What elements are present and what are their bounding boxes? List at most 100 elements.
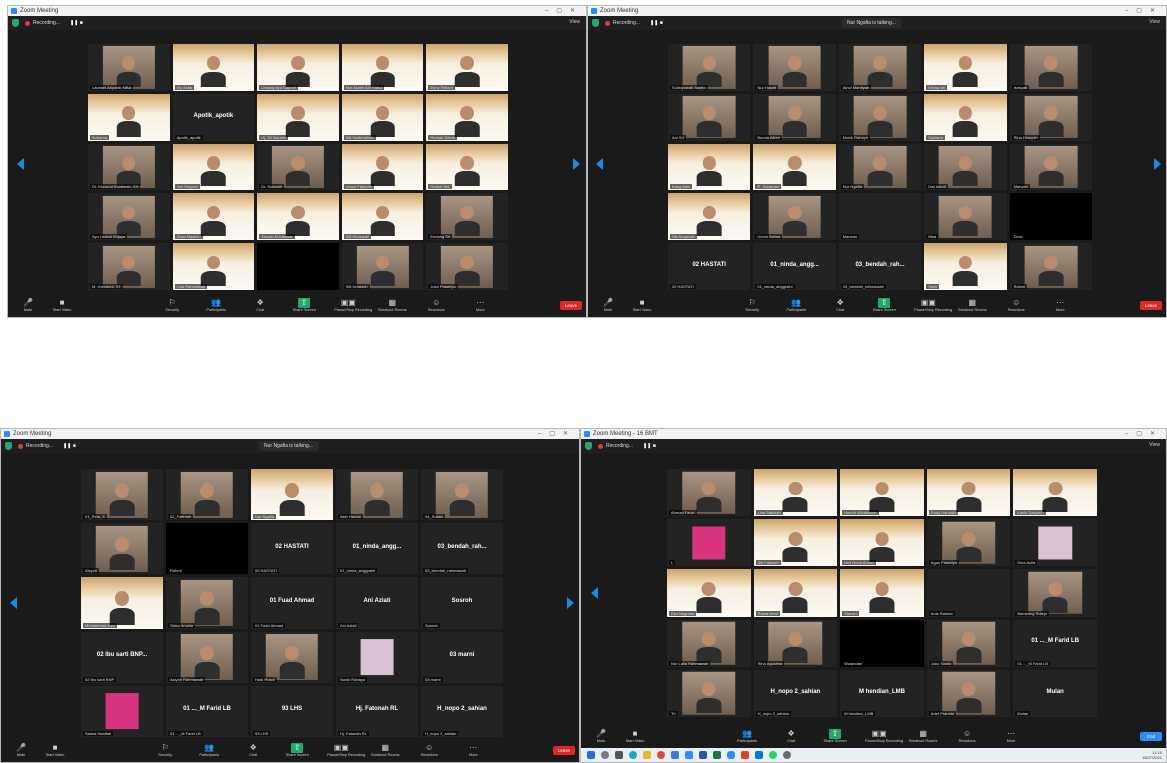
participant-tile[interactable]: Nur Ngafia bbox=[251, 469, 333, 521]
participant-tile[interactable]: Lina Sakinah bbox=[753, 469, 838, 517]
photos-icon[interactable] bbox=[755, 751, 763, 759]
participant-tile[interactable]: 02 HASTATI 02 HASTATI bbox=[251, 523, 333, 575]
participant-tile[interactable]: Nur Laila Rahmawati bbox=[667, 619, 751, 667]
participant-tile[interactable]: Eko Nugroho bbox=[667, 569, 751, 617]
participant-tile[interactable]: Marwah bbox=[1009, 143, 1092, 191]
chat-button[interactable]: ❖ Chat bbox=[826, 298, 854, 313]
whatsapp-icon[interactable] bbox=[769, 751, 777, 759]
share-screen-button[interactable]: ⇧ Share Screen bbox=[290, 298, 318, 313]
participants-button[interactable]: 👥 Participants bbox=[733, 729, 761, 744]
participant-tile[interactable]: 01 ..._M Farid LB 01 ..._M Farid LB bbox=[1013, 619, 1097, 667]
shield-icon[interactable] bbox=[592, 19, 599, 27]
participant-tile[interactable]: Siti Muthmainah bbox=[341, 93, 424, 141]
participant-tile[interactable]: 02 Ibu sarti BNP... 02 Ibu sarti BNP bbox=[81, 631, 163, 683]
participants-button[interactable]: 👥 Participants bbox=[202, 298, 230, 313]
shield-icon[interactable] bbox=[5, 442, 12, 450]
mute-button[interactable]: 🎤 Mute bbox=[594, 298, 622, 313]
system-tray[interactable]: 11:10 15/07/2021 bbox=[1142, 750, 1162, 760]
participant-tile[interactable]: Dina Aulia bbox=[1013, 519, 1097, 567]
mute-button[interactable]: 🎤 Mute bbox=[587, 729, 615, 744]
participant-tile[interactable]: 03_bendah_rah... 03_bendah_rahmawati bbox=[421, 523, 503, 575]
chat-button[interactable]: ❖ Chat bbox=[246, 298, 274, 313]
participant-tile[interactable]: Anis Rahma bbox=[926, 569, 1011, 617]
pause-stop-recording-button[interactable]: ▣▣ Pause/Stop Recording bbox=[327, 743, 365, 758]
participant-tile[interactable]: Suharno bbox=[88, 93, 170, 141]
powerpoint-icon[interactable] bbox=[741, 751, 749, 759]
participant-tile[interactable]: Sulistyowati Sarjito bbox=[668, 44, 751, 91]
participant-tile[interactable]: Nur Asmie Alif Hafsa bbox=[341, 44, 424, 91]
participants-button[interactable]: 👥 Participants bbox=[782, 298, 810, 313]
view-button[interactable]: View bbox=[1149, 19, 1160, 25]
shield-icon[interactable] bbox=[12, 19, 19, 27]
participant-tile[interactable]: Ely Asfar bbox=[172, 44, 255, 91]
end-meeting-button[interactable]: End bbox=[1140, 732, 1162, 741]
participant-tile[interactable]: H_nopo 2_sahian H_nopo 2_sahian bbox=[753, 669, 838, 717]
security-button[interactable]: ⚐ Security bbox=[151, 743, 179, 758]
file-explorer-icon[interactable] bbox=[643, 751, 651, 759]
chrome-icon[interactable] bbox=[657, 751, 665, 759]
participant-tile[interactable]: Ainul Mardiyah bbox=[838, 44, 922, 91]
participant-tile[interactable]: M hendian_LMB M hendian_LMB bbox=[840, 669, 924, 717]
participant-tile[interactable]: Dewi Masitoh bbox=[172, 193, 255, 241]
reactions-button[interactable]: ☺ Reactions bbox=[953, 729, 981, 744]
participant-tile[interactable]: Wulandari bbox=[840, 619, 924, 667]
participant-tile[interactable]: Sutrisno bbox=[924, 93, 1007, 141]
participant-tile[interactable] bbox=[257, 243, 339, 290]
store-icon[interactable] bbox=[671, 751, 679, 759]
participant-tile[interactable]: 03_bendah_rah... 03_bendah_rahmawati bbox=[838, 243, 922, 290]
participant-tile[interactable]: Hadi Rusdi bbox=[251, 631, 333, 683]
participant-tile[interactable]: Enny Fitriani bbox=[426, 44, 508, 91]
word-icon[interactable] bbox=[699, 751, 707, 759]
search-icon[interactable] bbox=[601, 751, 609, 759]
participant-tile[interactable]: Apotik_apotik Apotik_apotik bbox=[172, 93, 255, 141]
security-button[interactable]: ⚐ Security bbox=[738, 298, 766, 313]
participant-tile[interactable]: Nunik Rahayu bbox=[336, 631, 418, 683]
mute-button[interactable]: 🎤 Mute bbox=[7, 743, 35, 758]
more-button[interactable]: ⋯ More bbox=[466, 298, 494, 313]
participant-tile[interactable]: Hj. Sri Nuraini bbox=[257, 93, 339, 141]
pause-stop-icon[interactable]: ❚❚ ■ bbox=[650, 20, 663, 26]
end-meeting-button[interactable]: Leave bbox=[553, 746, 575, 755]
window-controls[interactable]: –▢✕ bbox=[545, 6, 583, 16]
participant-tile[interactable]: Warsini bbox=[840, 569, 924, 617]
breakout-rooms-button[interactable]: ▦ Breakout Rooms bbox=[958, 298, 986, 313]
participant-tile[interactable]: 03 marni 03 marni bbox=[421, 631, 503, 683]
participant-tile[interactable]: Ani Sri bbox=[668, 93, 751, 141]
participant-tile[interactable]: M. Hamdani, ST bbox=[88, 243, 170, 290]
zoom-app-icon[interactable] bbox=[727, 751, 735, 759]
participant-tile[interactable]: 02 HASTATI 02 HASTATI bbox=[668, 243, 751, 290]
participant-tile[interactable]: Asih Hartati bbox=[336, 469, 418, 521]
breakout-rooms-button[interactable]: ▦ Breakout Rooms bbox=[371, 743, 399, 758]
participant-tile[interactable]: Joko Susilo bbox=[926, 619, 1011, 667]
more-button[interactable]: ⋯ More bbox=[997, 729, 1025, 744]
participant-tile[interactable]: 93 LHS 93 LHS bbox=[251, 685, 333, 737]
share-screen-button[interactable]: ⇧ Share Screen bbox=[870, 298, 898, 313]
chat-button[interactable]: ❖ Chat bbox=[239, 743, 267, 758]
reactions-button[interactable]: ☺ Reactions bbox=[1002, 298, 1030, 313]
mail-icon[interactable] bbox=[685, 751, 693, 759]
participant-tile[interactable]: Dr. Khusnul Khotimah, SH bbox=[88, 143, 170, 191]
end-meeting-button[interactable]: Leave bbox=[1140, 301, 1162, 310]
participant-tile[interactable]: Nur Hayati bbox=[753, 44, 836, 91]
pause-stop-recording-button[interactable]: ▣▣ Pause/Stop Recording bbox=[334, 298, 372, 313]
prev-page-arrow-icon[interactable] bbox=[10, 597, 17, 609]
window-controls[interactable]: –▢✕ bbox=[1125, 429, 1163, 439]
participant-tile[interactable]: 01_ninda_angg... 01_ninda_anggraini bbox=[753, 243, 836, 290]
participant-tile[interactable]: Rudy Harianto bbox=[926, 469, 1011, 517]
participant-tile[interactable]: 01_Rina_S bbox=[81, 469, 163, 521]
participant-tile[interactable]: Asiyah Rahmawati bbox=[166, 631, 248, 683]
next-page-arrow-icon[interactable] bbox=[1154, 158, 1161, 170]
participant-tile[interactable]: Endang Sri bbox=[426, 193, 508, 241]
participant-tile[interactable]: 04_Sultan bbox=[421, 469, 503, 521]
participant-tile[interactable]: L bbox=[667, 519, 751, 567]
participant-tile[interactable]: Lauriani Ariyanti, MBA bbox=[88, 44, 170, 91]
shield-icon[interactable] bbox=[585, 442, 592, 450]
window-controls[interactable]: –▢✕ bbox=[538, 429, 576, 439]
participant-tile[interactable]: Dr. Sutarsih bbox=[257, 143, 339, 191]
start-video-button[interactable]: ■ Start Video bbox=[48, 298, 76, 313]
participant-tile[interactable]: Siska Amalia bbox=[166, 577, 248, 629]
participant-tile[interactable]: Rahmi bbox=[1009, 243, 1092, 290]
participant-tile[interactable]: Nunik Rahayu bbox=[838, 93, 922, 141]
participant-tile[interactable]: 01 ..._M Farid LB 01 ..._M Farid LB bbox=[166, 685, 248, 737]
participant-tile[interactable]: Sosroh Sosroh bbox=[421, 577, 503, 629]
